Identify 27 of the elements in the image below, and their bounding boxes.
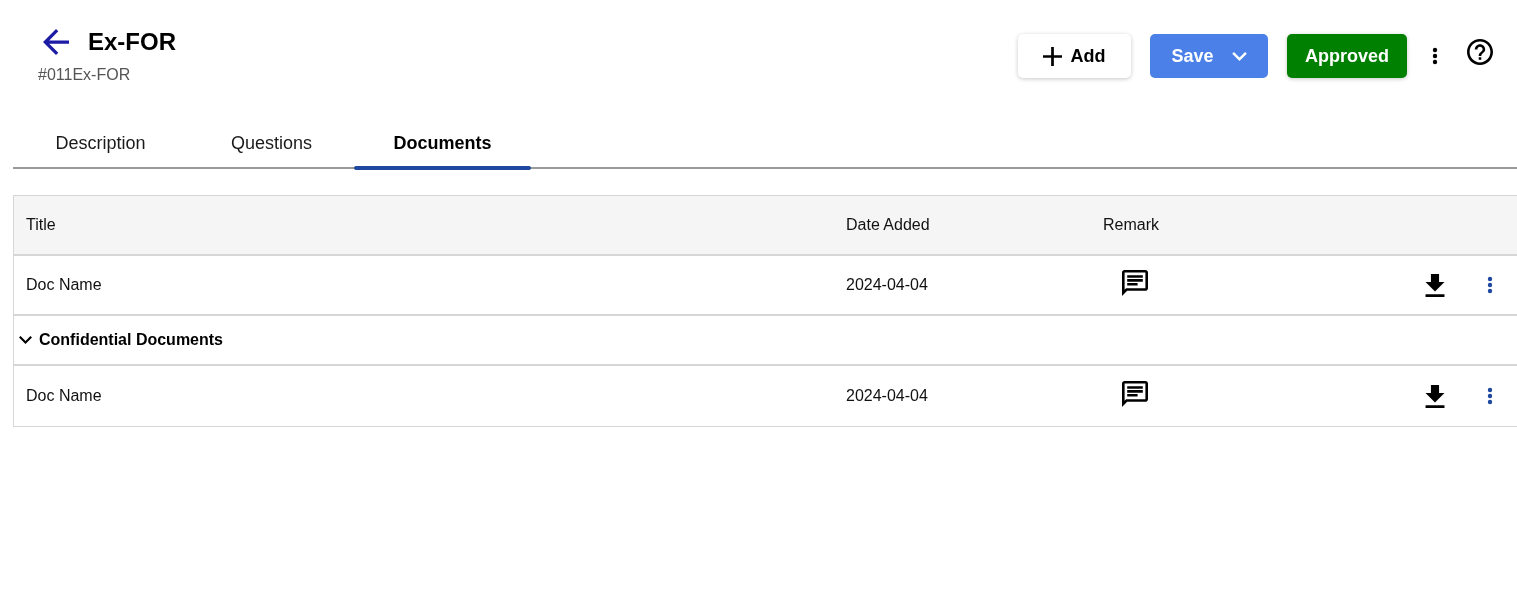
table-cell-text: 2024-04-04 [845,276,929,294]
page-title: Ex-FOR [88,28,176,56]
download-icon[interactable] [1424,273,1445,297]
plus-icon [1043,46,1063,66]
download-icon[interactable] [1424,384,1445,408]
more-options-icon[interactable] [1432,47,1438,65]
save-button[interactable]: Save [1150,34,1268,78]
tab[interactable]: Documents [357,119,528,167]
group-toggle[interactable]: Confidential Documents [14,327,227,353]
chevron-down-icon [1231,51,1247,61]
column-header: Title [25,216,57,234]
table-cell-text: Doc Name [25,387,103,405]
column-header: Date Added [845,216,931,234]
comment-icon[interactable] [1122,270,1148,296]
back-arrow-icon[interactable] [43,29,69,55]
table-cell-text: Doc Name [25,276,103,294]
add-button[interactable]: Add [1018,34,1131,78]
record-id: #011Ex-FOR [38,65,132,85]
help-icon[interactable] [1467,39,1493,65]
column-header: Remark [1102,216,1160,234]
comment-icon[interactable] [1122,381,1148,407]
status-button[interactable]: Approved [1287,34,1407,78]
more-options-icon[interactable] [1486,387,1493,405]
table-cell-text: 2024-04-04 [845,387,929,405]
more-options-icon[interactable] [1486,276,1493,294]
tab[interactable]: Questions [186,119,357,167]
tab[interactable]: Description [15,119,186,167]
